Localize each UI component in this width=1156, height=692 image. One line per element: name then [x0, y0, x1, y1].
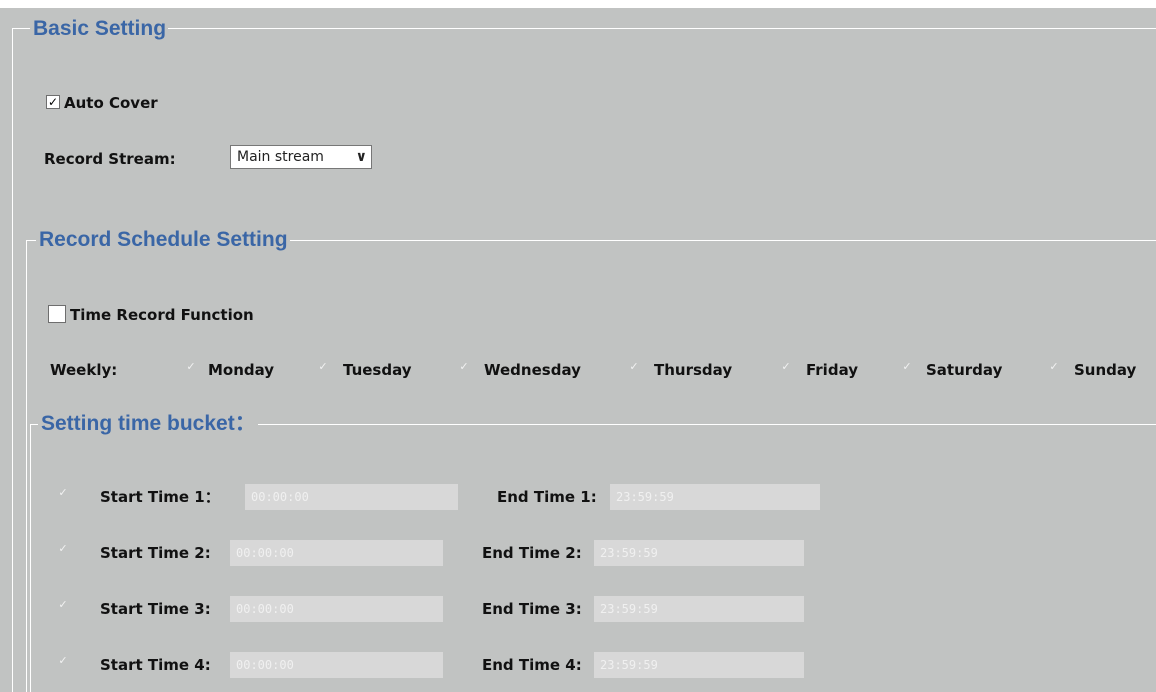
weekly-label: Weekly: — [50, 361, 118, 379]
time-record-checkbox[interactable] — [48, 305, 66, 323]
record-stream-label: Record Stream: — [44, 150, 176, 168]
end-time-4-label: End Time 4: — [482, 656, 582, 674]
time-bucket-title: Setting time bucket： — [38, 412, 258, 436]
start-time-3-label: Start Time 3: — [100, 600, 211, 618]
thursday-label: Thursday — [654, 361, 733, 379]
auto-cover-label: Auto Cover — [64, 94, 158, 112]
end-time-3-input[interactable]: 23:59:59 — [594, 596, 804, 622]
friday-label: Friday — [806, 361, 859, 379]
end-time-4-input[interactable]: 23:59:59 — [594, 652, 804, 678]
start-time-3-input[interactable]: 00:00:00 — [230, 596, 443, 622]
monday-label: Monday — [208, 361, 275, 379]
start-time-1-label: Start Time 1： — [100, 488, 220, 506]
auto-cover-checkbox[interactable]: ✓ — [46, 95, 60, 109]
time-slot-1-checkbox[interactable]: ✓ — [56, 486, 70, 500]
sunday-checkbox[interactable]: ✓ — [1047, 360, 1061, 374]
record-stream-select[interactable]: Main stream ∨ — [230, 145, 372, 169]
sunday-label: Sunday — [1074, 361, 1137, 379]
record-schedule-title: Record Schedule Setting — [36, 228, 290, 252]
saturday-label: Saturday — [926, 361, 1003, 379]
time-record-label: Time Record Function — [70, 306, 254, 324]
friday-checkbox[interactable]: ✓ — [779, 360, 793, 374]
tuesday-checkbox[interactable]: ✓ — [316, 360, 330, 374]
end-time-3-label: End Time 3: — [482, 600, 582, 618]
wednesday-checkbox[interactable]: ✓ — [457, 360, 471, 374]
start-time-2-input[interactable]: 00:00:00 — [230, 540, 443, 566]
saturday-checkbox[interactable]: ✓ — [900, 360, 914, 374]
basic-setting-title: Basic Setting — [30, 17, 169, 41]
record-stream-value: Main stream — [237, 149, 324, 165]
thursday-checkbox[interactable]: ✓ — [627, 360, 641, 374]
end-time-2-input[interactable]: 23:59:59 — [594, 540, 804, 566]
start-time-4-input[interactable]: 00:00:00 — [230, 652, 443, 678]
time-slot-3-checkbox[interactable]: ✓ — [56, 598, 70, 612]
monday-checkbox[interactable]: ✓ — [184, 360, 198, 374]
chevron-down-icon: ∨ — [355, 149, 367, 165]
tuesday-label: Tuesday — [343, 361, 412, 379]
end-time-1-input[interactable]: 23:59:59 — [610, 484, 820, 510]
start-time-1-input[interactable]: 00:00:00 — [245, 484, 458, 510]
start-time-4-label: Start Time 4: — [100, 656, 211, 674]
time-slot-4-checkbox[interactable]: ✓ — [56, 654, 70, 668]
wednesday-label: Wednesday — [484, 361, 581, 379]
end-time-2-label: End Time 2: — [482, 544, 582, 562]
top-strip — [0, 0, 1156, 8]
start-time-2-label: Start Time 2: — [100, 544, 211, 562]
time-slot-2-checkbox[interactable]: ✓ — [56, 542, 70, 556]
end-time-1-label: End Time 1: — [497, 488, 597, 506]
